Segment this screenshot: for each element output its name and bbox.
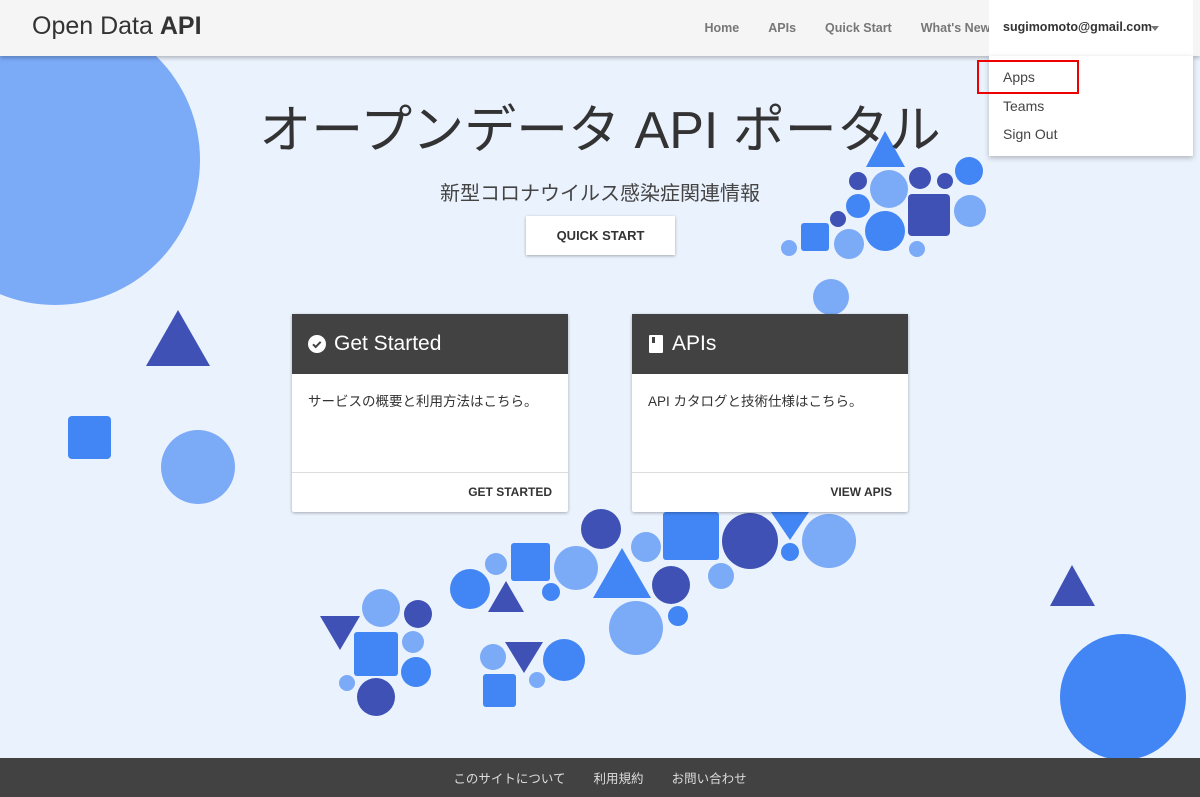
- book-icon: [648, 335, 664, 353]
- nav-home[interactable]: Home: [705, 21, 740, 35]
- brand-text-bold: API: [159, 12, 202, 40]
- page-subtitle: 新型コロナウイルス感染症関連情報: [440, 183, 760, 205]
- card-header: Get Started: [292, 314, 568, 374]
- quick-start-button[interactable]: QUICK START: [526, 216, 675, 255]
- footer-contact[interactable]: お問い合わせ: [672, 768, 747, 787]
- brand-logo[interactable]: Open Data API: [32, 12, 202, 41]
- nav-apis[interactable]: APIs: [768, 21, 796, 35]
- card-get-started: Get Started サービスの概要と利用方法はこちら。 GET STARTE…: [292, 314, 568, 512]
- user-menu-toggle[interactable]: sugimomoto@gmail.com: [989, 0, 1193, 56]
- menu-item-sign-out[interactable]: Sign Out: [989, 121, 1193, 150]
- brand-text: Open Data: [32, 12, 160, 40]
- footer: このサイトについて 利用規約 お問い合わせ: [0, 758, 1200, 797]
- nav-quick-start[interactable]: Quick Start: [825, 21, 892, 35]
- get-started-button[interactable]: GET STARTED: [468, 485, 552, 499]
- card-title: Get Started: [334, 332, 442, 355]
- footer-about[interactable]: このサイトについて: [453, 768, 565, 787]
- highlight-box: [977, 60, 1079, 94]
- card-title: APIs: [672, 332, 717, 355]
- footer-terms[interactable]: 利用規約: [594, 768, 644, 787]
- caret-down-icon: [1151, 26, 1159, 35]
- nav-links: Home APIs Quick Start What's New: [690, 0, 1005, 56]
- nav-whats-new[interactable]: What's New: [921, 21, 991, 35]
- user-email: sugimomoto@gmail.com: [1003, 20, 1153, 34]
- view-apis-button[interactable]: VIEW APIS: [830, 485, 892, 499]
- card-header: APIs: [632, 314, 908, 374]
- card-body: サービスの概要と利用方法はこちら。: [292, 374, 568, 473]
- menu-item-teams[interactable]: Teams: [989, 93, 1193, 122]
- card-body: API カタログと技術仕様はこちら。: [632, 374, 908, 473]
- check-circle-icon: [308, 335, 326, 353]
- card-apis: APIs API カタログと技術仕様はこちら。 VIEW APIS: [632, 314, 908, 512]
